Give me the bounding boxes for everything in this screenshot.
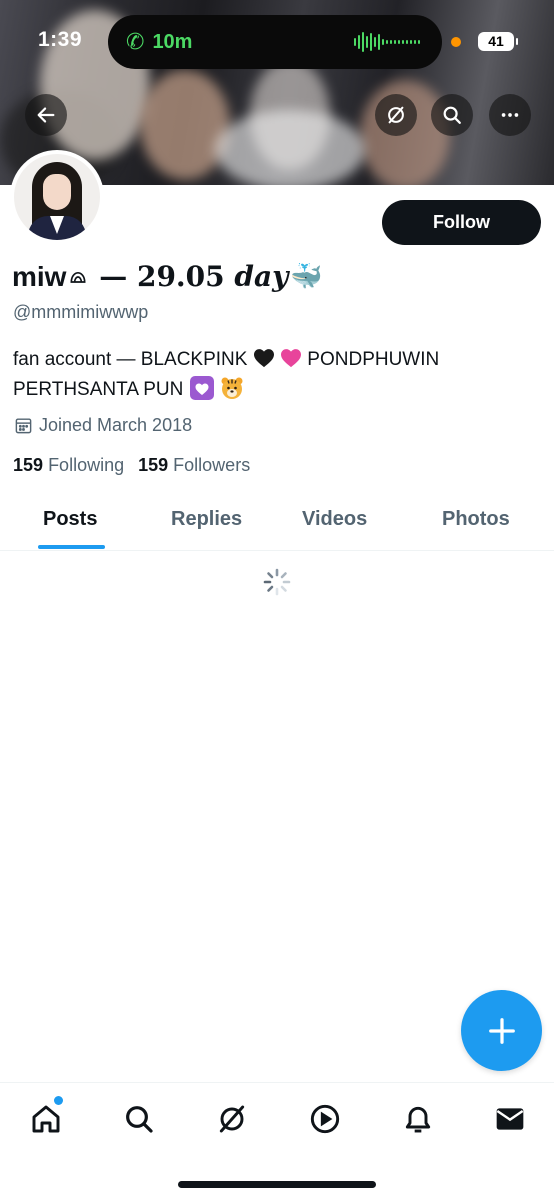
display-name-italic: day bbox=[234, 260, 289, 293]
call-duration: 10m bbox=[152, 30, 193, 53]
avatar[interactable] bbox=[10, 150, 104, 244]
whale-emoji: 🐳 bbox=[290, 261, 323, 291]
plus-icon bbox=[488, 1017, 515, 1044]
nav-notifications[interactable] bbox=[398, 1099, 438, 1139]
more-icon bbox=[501, 113, 519, 117]
video-icon bbox=[310, 1104, 340, 1134]
phone-icon: ✆ bbox=[126, 29, 145, 54]
dynamic-island-call[interactable]: ✆ 10m bbox=[108, 15, 442, 69]
search-icon bbox=[126, 1106, 153, 1133]
home-notification-dot bbox=[54, 1096, 63, 1105]
black-heart-icon bbox=[253, 349, 274, 368]
handle: @mmmimiwwwp bbox=[13, 302, 149, 322]
following-count: 159 bbox=[13, 455, 44, 475]
profile-tabs: Posts Replies Videos Photos bbox=[0, 496, 554, 551]
joined-date: Joined March 2018 bbox=[14, 415, 192, 436]
nav-messages[interactable] bbox=[490, 1099, 530, 1139]
display-name: miw — 29.05 day 🐳 bbox=[12, 260, 323, 293]
home-indicator bbox=[178, 1181, 376, 1188]
tab-videos[interactable]: Videos bbox=[302, 508, 367, 531]
following-link[interactable]: 159 Following bbox=[13, 455, 124, 476]
tiger-face-icon bbox=[221, 377, 243, 399]
grok-icon bbox=[219, 1105, 245, 1133]
display-name-mid: — 29.05 bbox=[89, 260, 235, 293]
tab-photos[interactable]: Photos bbox=[442, 508, 510, 531]
bio-line1-text: fan account — BLACKPINK bbox=[13, 349, 248, 370]
bio: fan account — BLACKPINK PONDPHUWIN PERTH… bbox=[13, 345, 533, 405]
active-tab-indicator bbox=[38, 545, 105, 549]
nav-search[interactable] bbox=[119, 1099, 159, 1139]
followers-link[interactable]: 159 Followers bbox=[138, 455, 250, 476]
battery-indicator: 41 bbox=[478, 32, 518, 51]
audio-wave-icon bbox=[354, 32, 420, 52]
follow-stats: 159 Following 159 Followers bbox=[13, 455, 250, 476]
nav-video[interactable] bbox=[305, 1099, 345, 1139]
arrow-left-icon bbox=[37, 107, 55, 123]
privacy-indicator bbox=[451, 37, 461, 47]
status-time: 1:39 bbox=[38, 28, 83, 51]
nav-grok[interactable] bbox=[212, 1099, 252, 1139]
compose-button[interactable] bbox=[461, 990, 542, 1071]
pink-heart-icon bbox=[281, 349, 302, 368]
nav-home[interactable] bbox=[26, 1099, 66, 1139]
followers-count: 159 bbox=[138, 455, 169, 475]
calendar-icon bbox=[15, 418, 32, 434]
heart-decoration-icon bbox=[189, 376, 214, 400]
tab-replies[interactable]: Replies bbox=[171, 508, 242, 531]
search-button[interactable] bbox=[431, 94, 473, 136]
search-icon bbox=[443, 106, 461, 124]
bio-line2-text: PERTHSANTA PUN bbox=[13, 379, 184, 400]
joined-label: Joined March 2018 bbox=[39, 415, 193, 435]
mail-icon bbox=[496, 1108, 524, 1130]
bell-icon bbox=[405, 1106, 431, 1133]
crescent-outline-icon bbox=[70, 271, 86, 283]
display-name-prefix: miw bbox=[12, 260, 67, 292]
bio-line1-after: PONDPHUWIN bbox=[307, 349, 440, 370]
home-icon bbox=[32, 1105, 60, 1133]
follow-button[interactable]: Follow bbox=[382, 200, 541, 245]
following-label: Following bbox=[48, 455, 125, 475]
loading-spinner-icon bbox=[263, 568, 291, 596]
tab-posts[interactable]: Posts bbox=[43, 508, 97, 531]
more-button[interactable] bbox=[489, 94, 531, 136]
followers-label: Followers bbox=[173, 455, 251, 475]
back-button[interactable] bbox=[25, 94, 67, 136]
grok-icon bbox=[388, 106, 404, 124]
grok-button[interactable] bbox=[375, 94, 417, 136]
